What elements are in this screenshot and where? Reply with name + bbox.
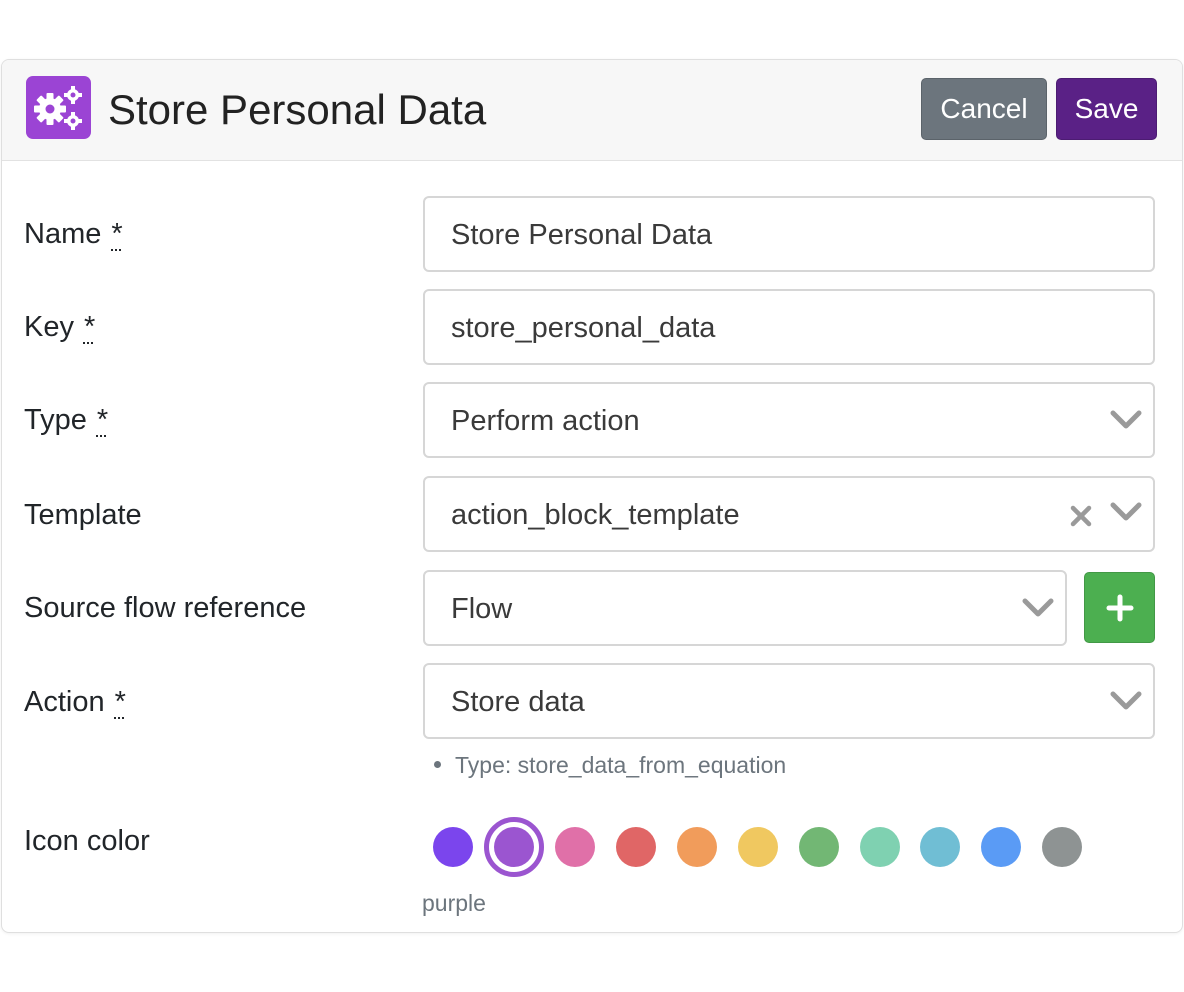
plus-icon [1106,594,1133,621]
name-input-value: Store Personal Data [451,219,713,251]
chevron-down-icon[interactable] [1109,689,1143,713]
type-label: Type * [24,404,109,436]
key-label: Key * [24,311,96,343]
type-select[interactable]: Perform action [423,382,1155,458]
name-label: Name * [24,218,123,250]
source-flow-select[interactable]: Flow [423,570,1067,646]
selected-color-name: purple [422,890,486,916]
color-swatch-orange[interactable] [677,827,717,867]
color-swatch-green[interactable] [799,827,839,867]
chevron-down-icon[interactable] [1021,596,1055,620]
color-swatch-pink[interactable] [555,827,595,867]
required-mark: * [83,311,96,343]
key-input-value: store_personal_data [451,312,716,344]
required-mark: * [96,404,109,436]
color-swatch-gray[interactable] [1042,827,1082,867]
color-swatch-violet[interactable] [433,827,473,867]
color-swatch-yellow[interactable] [738,827,778,867]
clear-icon[interactable] [1069,504,1093,528]
save-button[interactable]: Save [1056,78,1157,140]
icon-color-label: Icon color [24,825,150,857]
required-mark: * [111,218,123,250]
template-select[interactable]: action_block_template [423,476,1155,552]
template-label: Template [24,499,142,531]
action-type-hint: Type: store_data_from_equation [434,752,786,779]
action-label: Action * [24,686,126,718]
color-swatch-purple[interactable] [484,817,544,877]
name-input[interactable]: Store Personal Data [423,196,1155,272]
action-select-value: Store data [451,686,585,718]
page-title: Store Personal Data [108,86,487,133]
color-swatch-fill [494,827,534,867]
add-flow-button[interactable] [1084,572,1155,643]
gears-icon [26,76,91,139]
color-swatch-blue[interactable] [981,827,1021,867]
type-select-value: Perform action [451,405,640,437]
color-swatch-cyan[interactable] [920,827,960,867]
source-flow-select-value: Flow [451,593,513,625]
bullet-icon [434,761,441,769]
chevron-down-icon[interactable] [1109,408,1143,432]
chevron-down-icon[interactable] [1109,500,1143,524]
color-swatch-teal[interactable] [860,827,900,867]
key-input[interactable]: store_personal_data [423,289,1155,365]
source-flow-label: Source flow reference [24,592,307,624]
required-mark: * [114,686,126,718]
card-header: Store Personal Data Cancel Save [2,60,1182,161]
template-select-value: action_block_template [451,499,740,531]
cancel-button[interactable]: Cancel [921,78,1047,140]
color-swatch-red[interactable] [616,827,656,867]
action-select[interactable]: Store data [423,663,1155,739]
